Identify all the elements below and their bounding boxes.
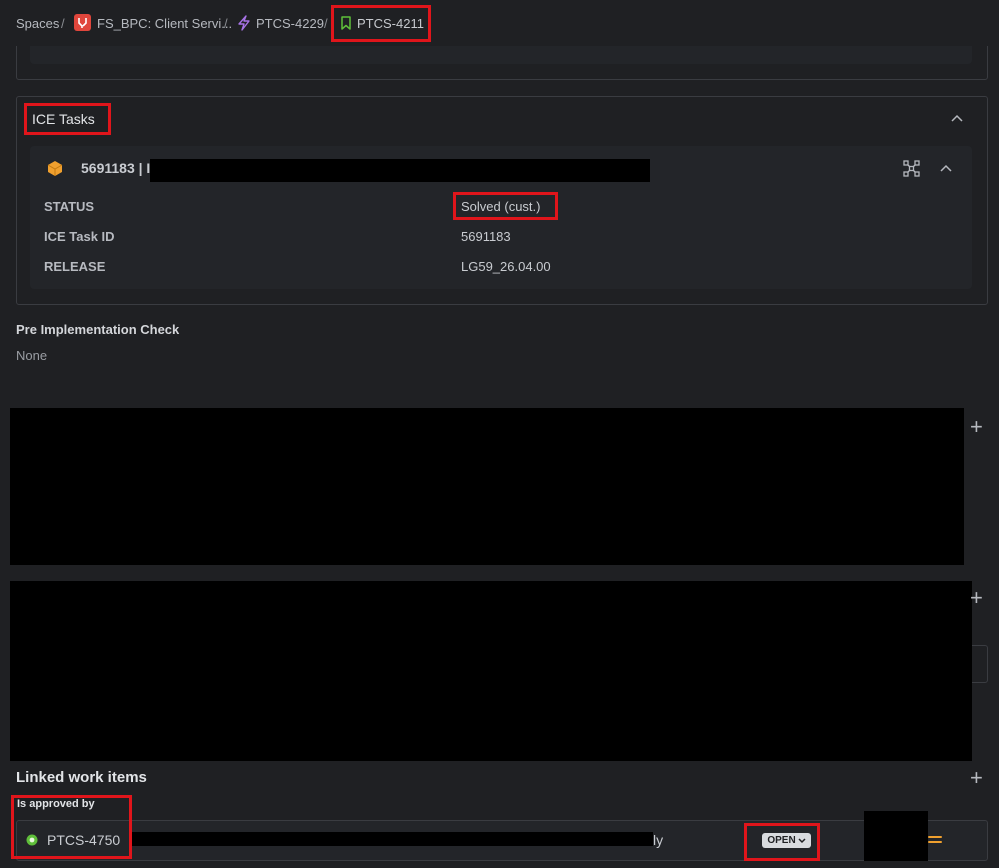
redacted-region [130,832,653,846]
breadcrumb: Spaces / FS_BPC: Client Servi... / PTCS-… [0,0,999,46]
add-icon[interactable]: + [970,587,983,609]
status-label: STATUS [44,199,95,214]
chevron-up-icon[interactable] [951,114,963,122]
story-bookmark-icon [341,16,351,30]
task-box-icon [47,161,63,176]
breadcrumb-spaces[interactable]: Spaces [16,16,59,31]
status-value: Solved (cust.) [461,199,541,214]
is-approved-by-label: Is approved by [17,798,95,810]
status-dropdown[interactable]: OPEN [762,833,811,848]
redacted-region [10,408,964,565]
ice-task-header[interactable]: 5691183 | I [81,160,150,176]
story-status-dot-icon [26,834,38,846]
add-icon[interactable]: + [970,416,983,438]
project-icon [74,14,91,31]
redacted-region [864,811,928,861]
epic-lightning-icon [238,15,250,31]
pre-implementation-value: None [16,348,48,363]
ice-tasks-title: ICE Tasks [32,111,95,127]
chevron-up-icon[interactable] [940,164,952,172]
breadcrumb-epic[interactable]: PTCS-4229 [256,16,324,31]
breadcrumb-project[interactable]: FS_BPC: Client Servi... [97,16,232,31]
breadcrumb-separator: / [224,16,228,31]
chevron-down-icon [798,837,806,843]
linked-item-key[interactable]: PTCS-4750 [47,832,120,848]
linked-work-items-title: Linked work items [16,769,147,786]
linked-item-summary: ly [653,832,664,848]
ice-task-id-label: ICE Task ID [44,229,115,244]
ice-task-id-value: 5691183 [461,229,511,244]
release-label: RELEASE [44,259,106,274]
release-value: LG59_26.04.00 [461,259,551,274]
breadcrumb-separator: / [61,16,65,31]
add-linked-item-icon[interactable]: + [970,767,983,789]
status-dropdown-label: OPEN [767,835,796,846]
pre-implementation-label: Pre Implementation Check [16,322,180,337]
priority-medium-icon [928,836,942,843]
breadcrumb-separator: / [324,16,328,31]
breadcrumb-issue[interactable]: PTCS-4211 [357,16,424,31]
hierarchy-icon[interactable] [903,160,920,177]
redacted-region [150,159,650,182]
redacted-region [10,581,972,761]
